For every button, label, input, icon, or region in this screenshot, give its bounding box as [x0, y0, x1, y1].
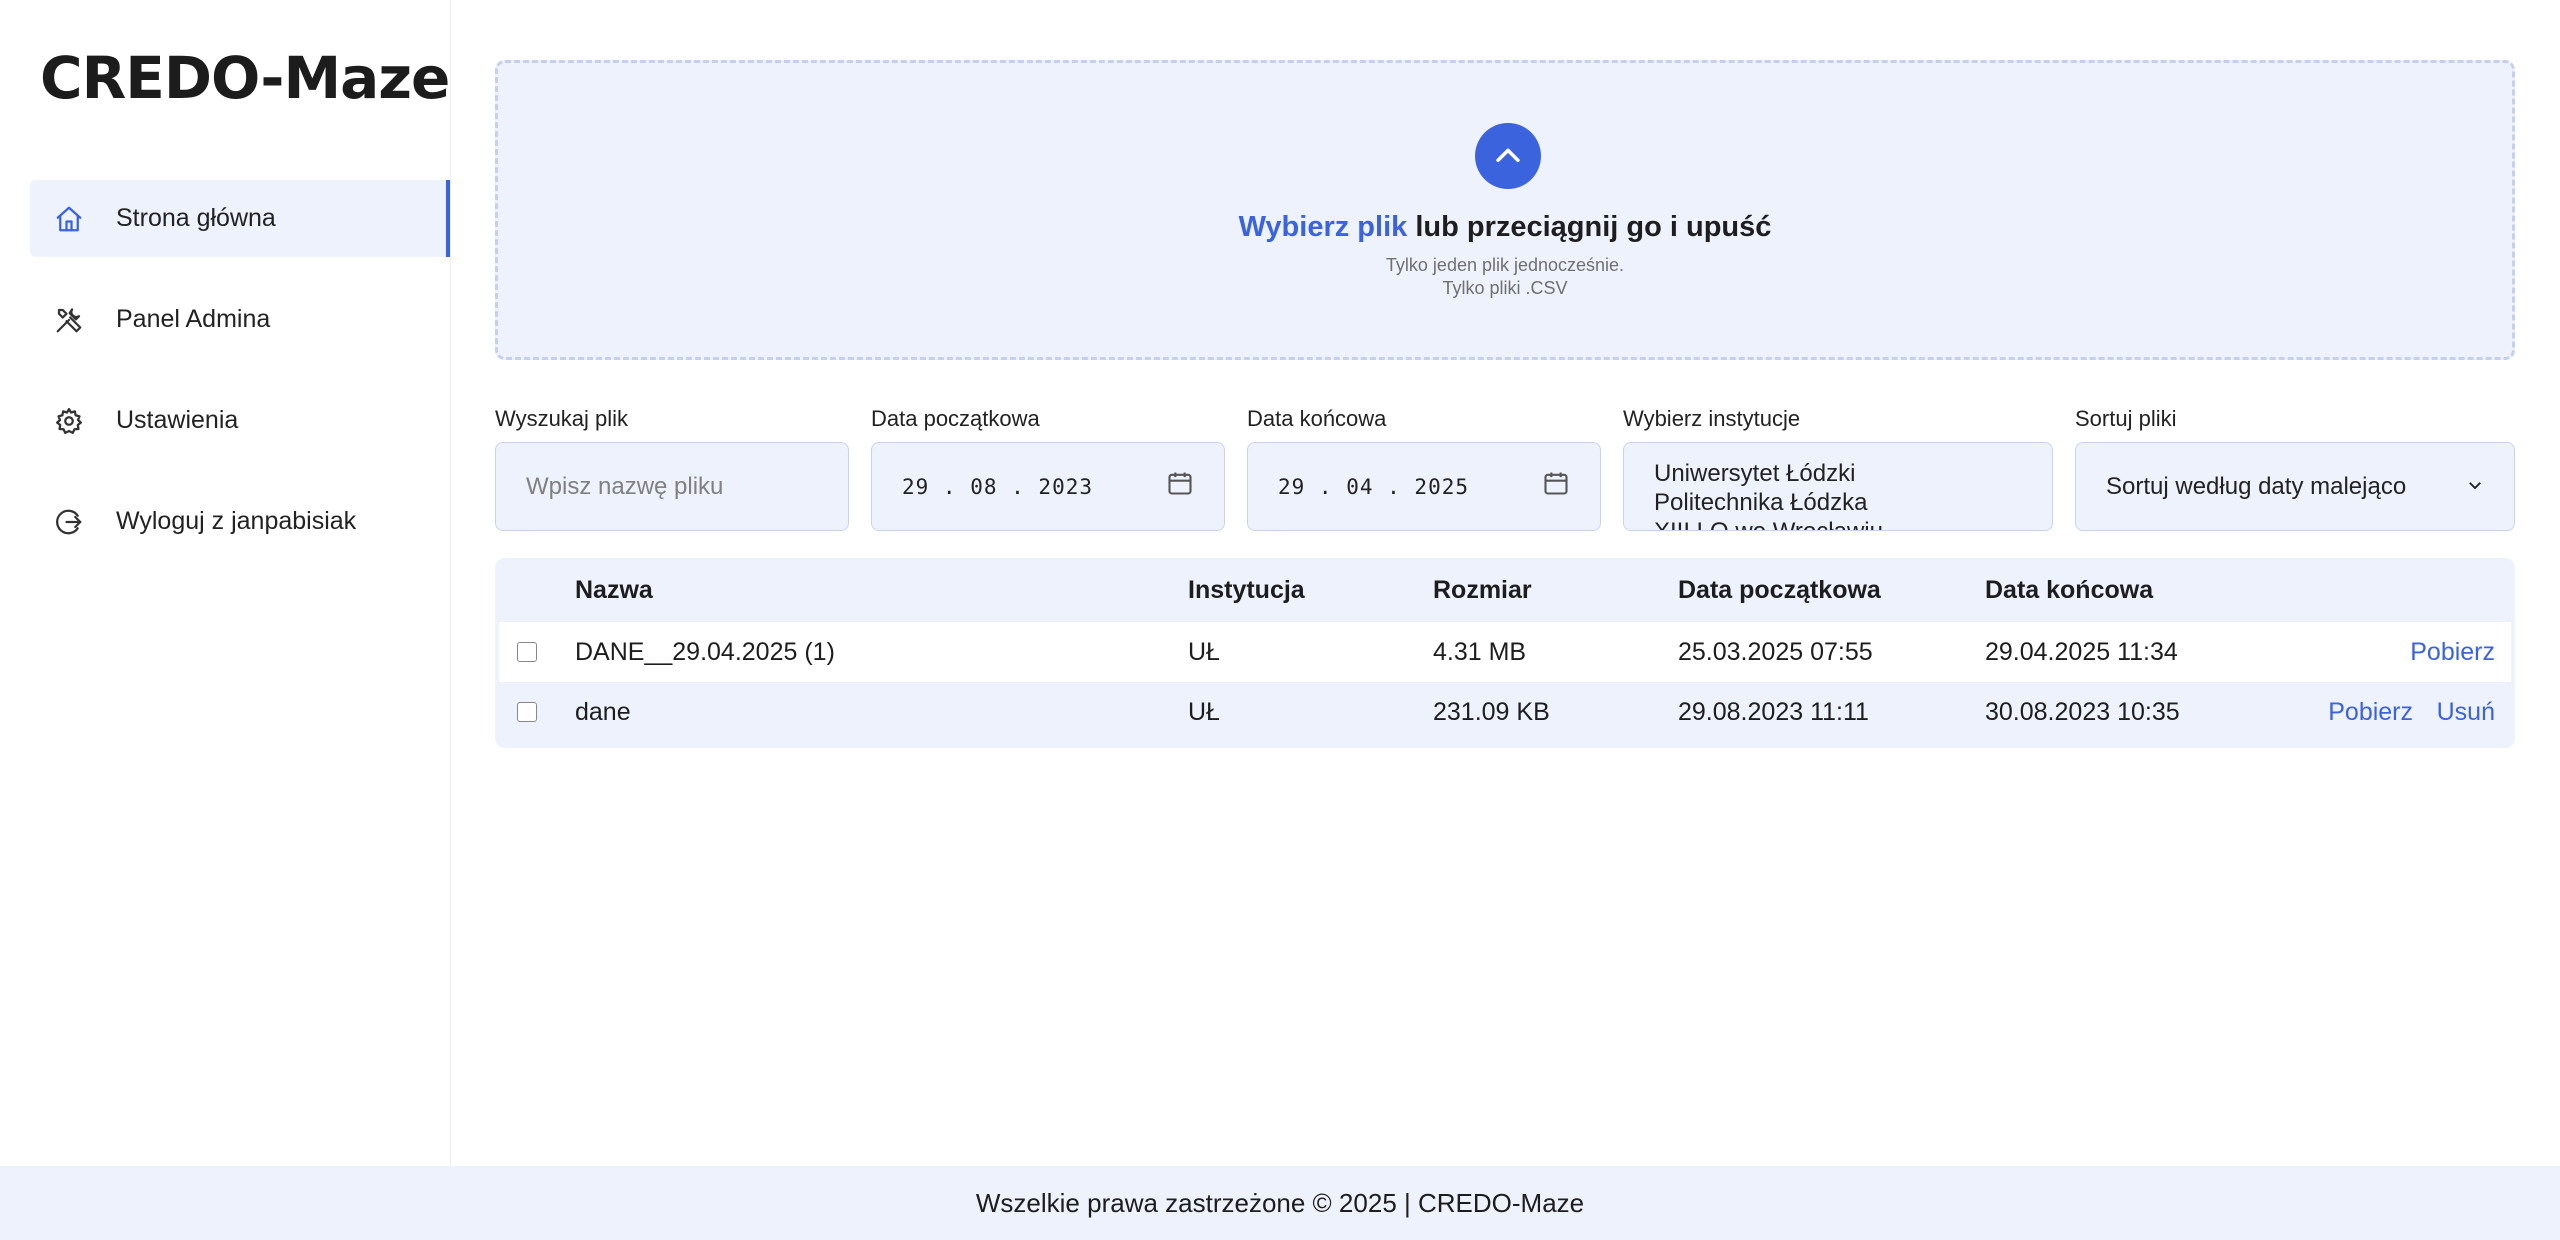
file-name: dane [575, 697, 631, 726]
sort-selected-value: Sortuj według daty malejąco [2106, 472, 2407, 500]
column-header-size[interactable]: Rozmiar [1433, 576, 1532, 605]
search-filter: Wyszukaj plik Wpisz nazwę pliku [495, 404, 849, 531]
institution-option[interactable]: Politechnika Łódzka [1654, 488, 1867, 517]
start-date-value: 29 . 08 . 2023 [902, 474, 1094, 499]
dropzone-hint-single: Tylko jeden plik jednocześnie. [1385, 255, 1625, 275]
footer: Wszelkie prawa zastrzeżone © 2025 | CRED… [0, 1166, 2560, 1240]
sidebar-item-settings[interactable]: Ustawienia [30, 382, 450, 459]
sidebar-item-label: Strona główna [116, 204, 276, 232]
table-row: DANE__29.04.2025 (1) UŁ 4.31 MB 25.03.20… [499, 622, 2511, 682]
table-row: dane UŁ 231.09 KB 29.08.2023 11:11 30.08… [499, 682, 2511, 742]
sidebar-nav: Strona główna Panel Admina Ustawienia Wy… [30, 180, 450, 584]
start-date-filter: Data początkowa 29 . 08 . 2023 [871, 404, 1225, 531]
tools-icon [52, 303, 86, 337]
end-date-input[interactable]: 29 . 04 . 2025 [1247, 442, 1601, 531]
sidebar-item-label: Wyloguj z janpabisiak [116, 507, 357, 535]
dropzone-title-rest: lub przeciągnij go i upuść [1407, 211, 1772, 243]
choose-file-link[interactable]: Wybierz plik [1239, 211, 1408, 243]
download-button[interactable]: Pobierz [2410, 638, 2495, 667]
files-table: Nazwa Instytucja Rozmiar Data początkowa… [495, 558, 2515, 748]
institution-option[interactable]: Uniwersytet Łódzki [1654, 459, 1855, 488]
sidebar-item-label: Panel Admina [116, 305, 271, 333]
end-date-value: 29 . 04 . 2025 [1278, 474, 1470, 499]
search-label: Wyszukaj plik [495, 406, 629, 431]
download-button[interactable]: Pobierz [2328, 698, 2413, 727]
home-icon [52, 202, 86, 236]
file-end-date: 29.04.2025 11:34 [1985, 637, 2178, 666]
end-date-label: Data końcowa [1247, 406, 1387, 431]
institution-multiselect[interactable]: Uniwersytet Łódzki Politechnika Łódzka X… [1623, 442, 2053, 531]
end-date-filter: Data końcowa 29 . 04 . 2025 [1247, 404, 1601, 531]
file-start-date: 25.03.2025 07:55 [1678, 637, 1873, 666]
column-header-end-date[interactable]: Data końcowa [1985, 576, 2153, 605]
upload-button[interactable] [1475, 123, 1541, 189]
file-start-date: 29.08.2023 11:11 [1678, 697, 1869, 726]
logout-icon [52, 505, 86, 539]
file-institution: UŁ [1188, 637, 1220, 666]
dropzone-title: Wybierz plik lub przeciągnij go i upuść [498, 211, 2512, 244]
delete-button[interactable]: Usuń [2437, 698, 2495, 727]
sidebar: CREDO-Maze Strona główna Panel Admina Us… [0, 0, 451, 1166]
start-date-input[interactable]: 29 . 08 . 2023 [871, 442, 1225, 531]
calendar-icon[interactable] [1542, 469, 1570, 504]
chevron-down-icon [2466, 473, 2484, 501]
sort-filter: Sortuj pliki Sortuj według daty malejąco [2075, 404, 2515, 531]
start-date-label: Data początkowa [871, 406, 1040, 431]
file-institution: UŁ [1188, 697, 1220, 726]
sort-label: Sortuj pliki [2075, 406, 2177, 431]
row-checkbox[interactable] [517, 642, 537, 662]
gear-icon [52, 404, 86, 438]
dropzone-hint-csv: Tylko pliki .CSV [1442, 278, 1568, 298]
file-dropzone[interactable]: Wybierz plik lub przeciągnij go i upuść … [495, 60, 2515, 360]
search-input[interactable]: Wpisz nazwę pliku [495, 442, 849, 531]
column-header-name[interactable]: Nazwa [575, 576, 653, 605]
copyright-text: Wszelkie prawa zastrzeżone © 2025 | CRED… [975, 1187, 1585, 1218]
file-size: 231.09 KB [1433, 697, 1550, 726]
app-logo: CREDO-Maze [40, 44, 450, 112]
table-header-row: Nazwa Instytucja Rozmiar Data początkowa… [499, 558, 2511, 622]
institution-option[interactable]: XIII LO we Wrocławiu [1654, 517, 1883, 530]
file-name: DANE__29.04.2025 (1) [575, 637, 835, 666]
calendar-icon[interactable] [1166, 469, 1194, 504]
sidebar-item-admin-panel[interactable]: Panel Admina [30, 281, 450, 358]
sidebar-item-logout[interactable]: Wyloguj z janpabisiak [30, 483, 450, 560]
column-header-start-date[interactable]: Data początkowa [1678, 576, 1881, 605]
filters-bar: Wyszukaj plik Wpisz nazwę pliku Data poc… [495, 404, 2515, 531]
sort-select[interactable]: Sortuj według daty malejąco [2075, 442, 2515, 531]
column-header-institution[interactable]: Instytucja [1188, 576, 1305, 605]
chevron-up-icon [1496, 148, 1520, 163]
file-end-date: 30.08.2023 10:35 [1985, 697, 2180, 726]
search-placeholder: Wpisz nazwę pliku [526, 472, 724, 500]
file-size: 4.31 MB [1433, 637, 1527, 666]
institution-filter: Wybierz instytucje Uniwersytet Łódzki Po… [1623, 404, 2053, 531]
institution-label: Wybierz instytucje [1623, 406, 1801, 431]
row-checkbox[interactable] [517, 702, 537, 722]
sidebar-item-label: Ustawienia [116, 406, 239, 434]
sidebar-item-home[interactable]: Strona główna [30, 180, 450, 257]
